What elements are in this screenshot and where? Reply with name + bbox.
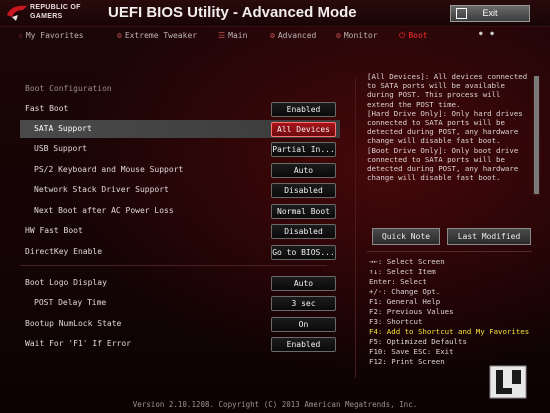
tab-bar: ☆ My Favorites ⚙ Extreme Tweaker ☰ Main ⚙ Ad…: [0, 27, 550, 47]
tab-main[interactable]: ☰ Main: [218, 31, 247, 40]
star-icon: ☆: [18, 31, 23, 40]
section-header: Boot Configuration: [25, 84, 112, 93]
divider: [20, 265, 327, 266]
monitor-icon: ⚙: [336, 31, 341, 40]
main-icon: ☰: [218, 31, 226, 40]
tab-extreme-tweaker[interactable]: ⚙ Extreme Tweaker: [117, 31, 197, 40]
numlock-value[interactable]: On: [271, 317, 336, 332]
advanced-icon: ⚙: [270, 31, 275, 40]
settings-panel: Boot Configuration Fast Boot Enabled SAT…: [20, 78, 340, 388]
brand-name: REPUBLIC OF GAMERS: [30, 4, 81, 20]
fast-boot-value[interactable]: Enabled: [271, 102, 336, 117]
header-bar: REPUBLIC OF GAMERS UEFI BIOS Utility - A…: [0, 0, 550, 27]
setting-row-hw-fast-boot[interactable]: HW Fast Boot Disabled: [20, 222, 340, 240]
setting-row-sata-support[interactable]: SATA Support All Devices: [20, 120, 340, 138]
wait-f1-value[interactable]: Enabled: [271, 337, 336, 352]
network-stack-value[interactable]: Disabled: [271, 183, 336, 198]
power-icon: ⏻: [399, 31, 406, 40]
setting-row-network-stack[interactable]: Network Stack Driver Support Disabled: [20, 181, 340, 199]
setting-row-wait-f1[interactable]: Wait For 'F1' If Error Enabled: [20, 335, 340, 353]
tab-advanced[interactable]: ⚙ Advanced: [270, 31, 316, 40]
key-help: →←: Select Screen ↑↓: Select Item Enter:…: [369, 257, 530, 366]
tab-monitor[interactable]: ⚙ Monitor: [336, 31, 378, 40]
sata-support-value[interactable]: All Devices: [271, 122, 336, 137]
next-boot-ac-value[interactable]: Normal Boot: [271, 204, 336, 219]
post-delay-value[interactable]: 3 sec: [271, 296, 336, 311]
help-scrollbar[interactable]: [533, 76, 540, 196]
divider: [367, 251, 532, 252]
setting-row-directkey[interactable]: DirectKey Enable Go to BIOS...: [20, 243, 340, 261]
tab-my-favorites[interactable]: ☆ My Favorites: [18, 31, 84, 40]
rog-logo-icon: [7, 5, 27, 21]
setting-row-ps2-support[interactable]: PS/2 Keyboard and Mouse Support Auto: [20, 161, 340, 179]
setting-row-numlock[interactable]: Bootup NumLock State On: [20, 315, 340, 333]
boot-logo-value[interactable]: Auto: [271, 276, 336, 291]
page-title: UEFI BIOS Utility - Advanced Mode: [108, 4, 357, 21]
tweak-icon: ⚙: [117, 31, 122, 40]
setting-row-boot-logo[interactable]: Boot Logo Display Auto: [20, 274, 340, 292]
usb-support-value[interactable]: Partial In...: [271, 142, 336, 157]
directkey-value[interactable]: Go to BIOS...: [271, 245, 336, 260]
tab-boot[interactable]: ⏻ Boot: [399, 31, 428, 41]
page-indicator: ● ●: [479, 30, 496, 37]
scrollbar-thumb[interactable]: [534, 76, 539, 194]
setting-row-fast-boot[interactable]: Fast Boot Enabled: [20, 100, 340, 118]
panel-divider: [355, 78, 356, 378]
last-modified-button[interactable]: Last Modified: [447, 228, 531, 245]
setting-row-post-delay[interactable]: POST Delay Time 3 sec: [20, 294, 340, 312]
watermark-logo-icon: [489, 365, 527, 399]
ps2-support-value[interactable]: Auto: [271, 163, 336, 178]
help-description: [All Devices]: All devices connected to …: [367, 72, 528, 183]
setting-row-next-boot-ac[interactable]: Next Boot after AC Power Loss Normal Boo…: [20, 202, 340, 220]
hw-fast-boot-value[interactable]: Disabled: [271, 224, 336, 239]
setting-row-usb-support[interactable]: USB Support Partial In...: [20, 140, 340, 158]
exit-button[interactable]: Exit: [450, 5, 530, 22]
quick-note-button[interactable]: Quick Note: [372, 228, 440, 245]
version-footer: Version 2.10.1208. Copyright (C) 2013 Am…: [132, 400, 418, 409]
